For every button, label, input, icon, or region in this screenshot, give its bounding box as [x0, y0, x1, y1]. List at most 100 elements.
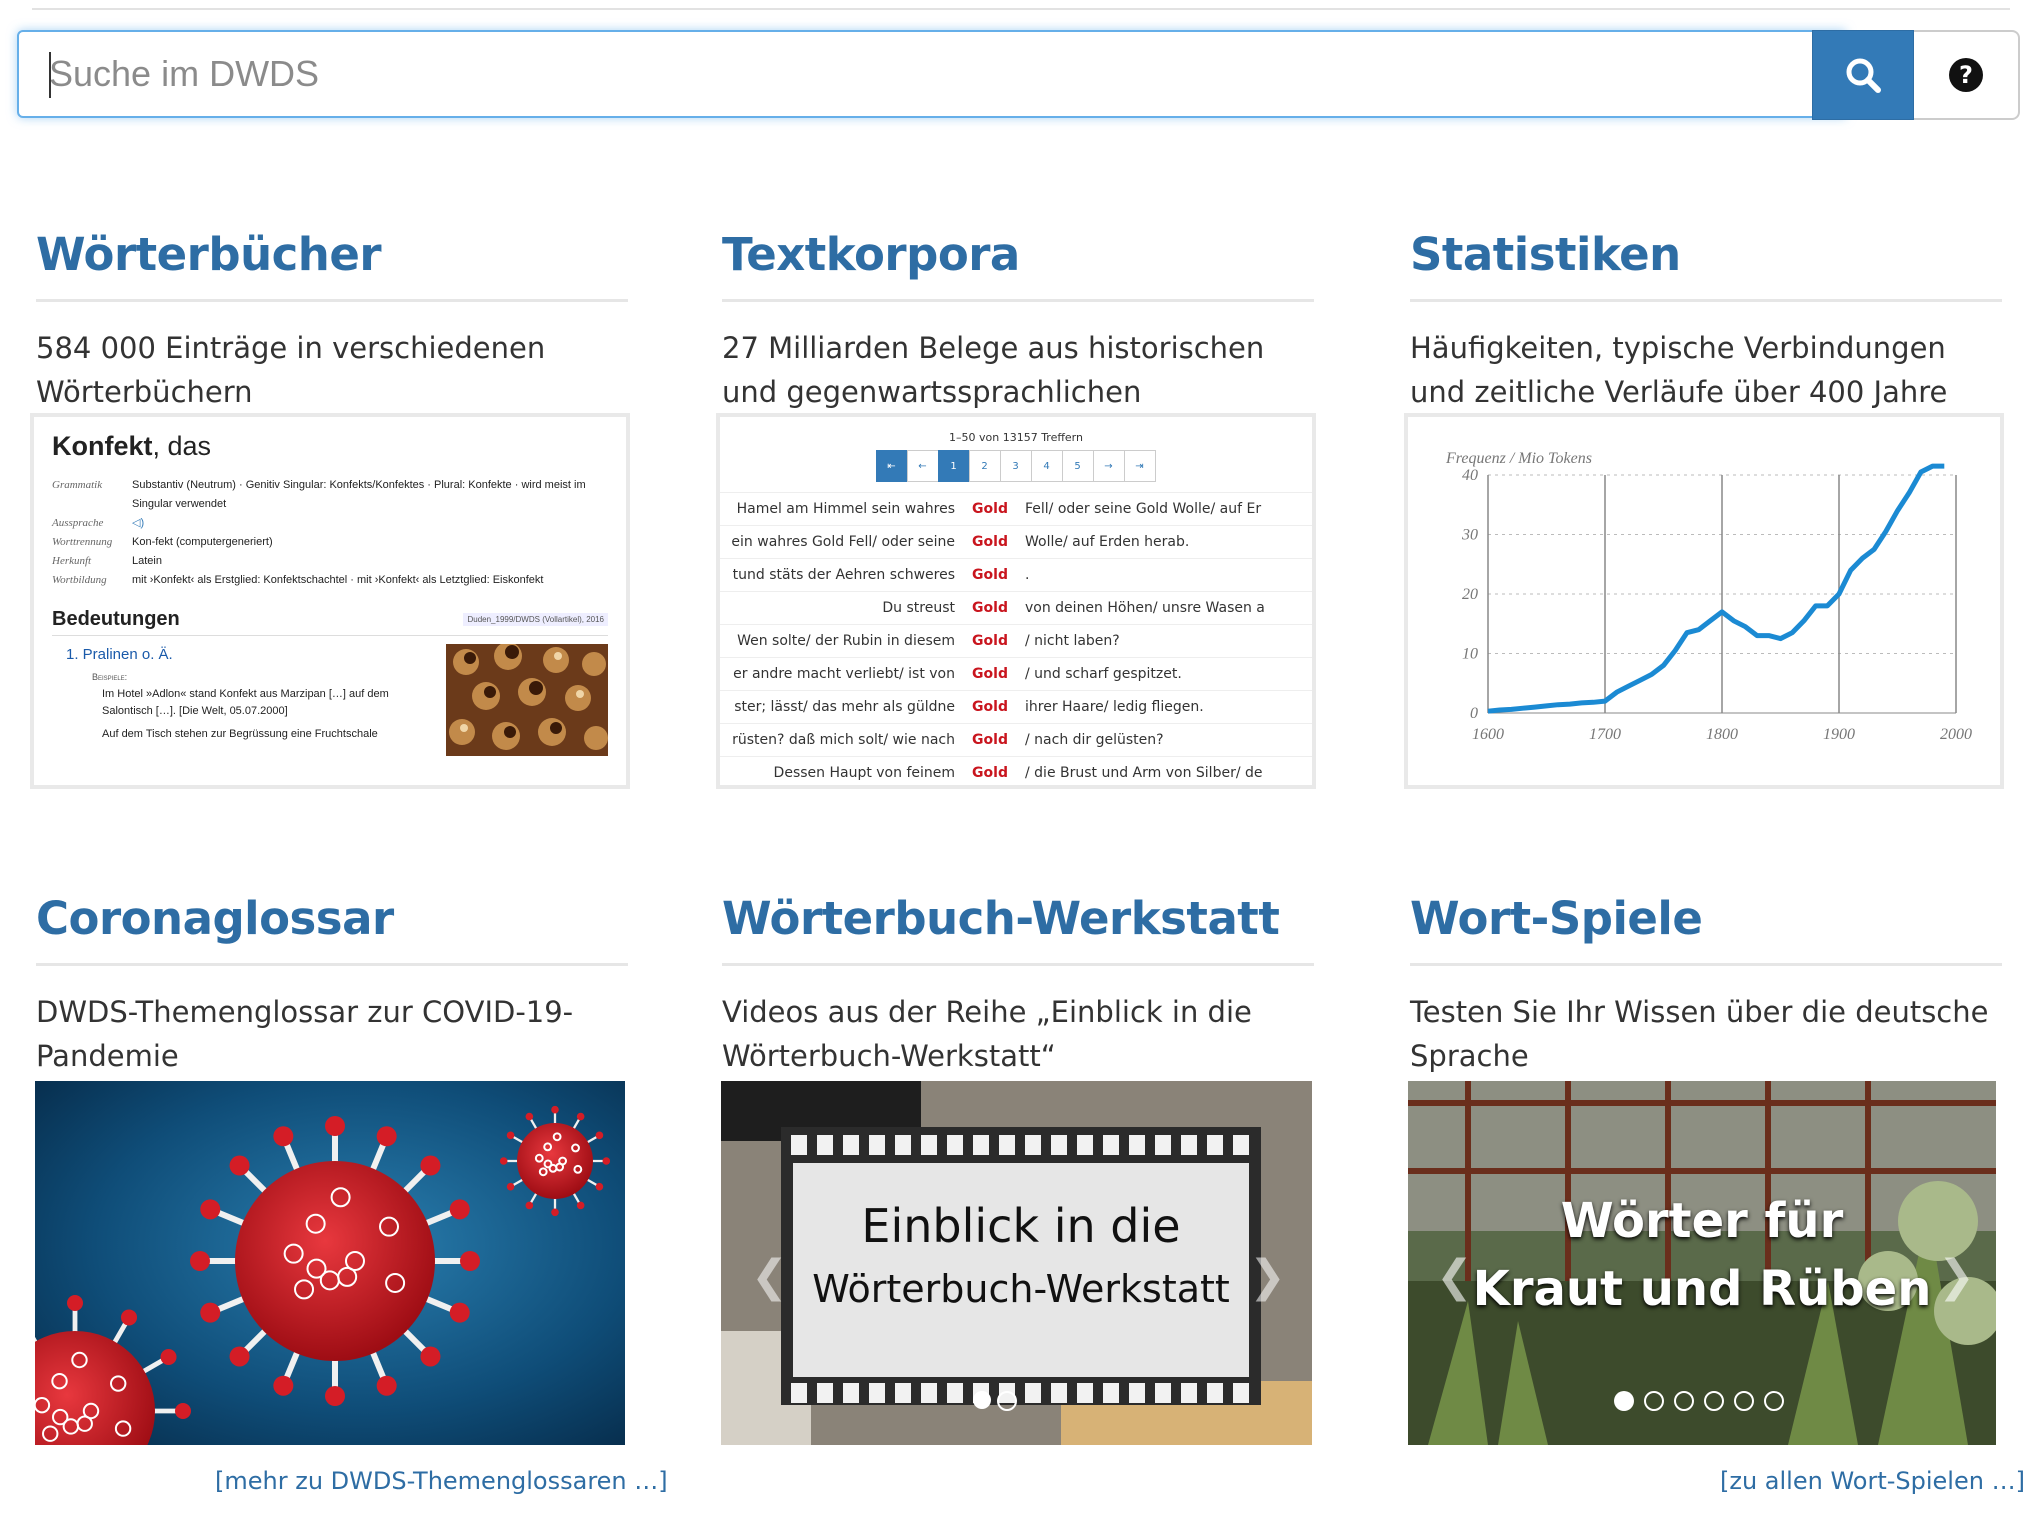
card-description: 584 000 Einträge in verschiedenen Wörter… — [36, 331, 546, 409]
kwic-row: ster; lässt/ das mehr als güldne Gold ihre… — [720, 690, 1312, 723]
virus-spike-tip — [576, 1201, 585, 1210]
y-tick-label: 0 — [1470, 705, 1478, 722]
film-hole — [1233, 1383, 1249, 1403]
x-tick-label: 1600 — [1472, 726, 1504, 743]
virus-spike-tip — [376, 1126, 397, 1147]
corpus-preview[interactable]: 1–50 von 13157 Treffern ⇤ ← 1 2 3 4 5 → ⇥ Hamel … — [716, 413, 1316, 789]
page-button[interactable]: → — [1092, 450, 1125, 482]
virus-spike-tip — [499, 1157, 508, 1165]
card-woerterbuch-werkstatt: Wörterbuch-Werkstatt Videos aus der Reih… — [722, 889, 1314, 1078]
y-axis-label: Frequenz / Mio Tokens — [1445, 450, 1592, 467]
film-hole — [1025, 1383, 1041, 1403]
film-hole — [999, 1135, 1015, 1155]
kwic-row: Hamel am Himmel sein wahres Gold Fell/ ode… — [720, 492, 1312, 525]
virus-spike-tip — [576, 1112, 585, 1121]
indicator-dot-active[interactable] — [1614, 1391, 1634, 1411]
page-button[interactable]: ⇤ — [875, 450, 908, 482]
film-hole — [1181, 1383, 1197, 1403]
card-title[interactable]: Wörterbuch-Werkstatt — [722, 889, 1314, 966]
left-context: rüsten? daß mich solt/ wie nach — [732, 732, 955, 748]
game-carousel[interactable]: Wörter für Kraut und Rüben ❮ ❯ — [1408, 1081, 1996, 1445]
right-context: / nach dir gelüsten? — [1025, 732, 1164, 748]
card-wort-spiele: Wort-Spiele Testen Sie Ihr Wissen über d… — [1410, 889, 2002, 1078]
virus-spike-tip — [273, 1375, 294, 1396]
all-games-link[interactable]: [zu allen Wort-Spielen …] — [1720, 1467, 2025, 1495]
help-button[interactable]: ? — [1914, 30, 2020, 120]
more-glossaries-link[interactable]: [mehr zu DWDS-Themenglossaren …] — [215, 1467, 668, 1495]
video-carousel[interactable]: Einblick in die Wörterbuch-Werkstatt ❮ ❯ — [721, 1081, 1312, 1445]
card-description: DWDS-Themenglossar zur COVID-19-Pandemie — [36, 995, 574, 1073]
indicator-dot[interactable] — [1764, 1391, 1784, 1411]
indicator-dot-active[interactable] — [973, 1391, 991, 1409]
chocolates-image — [446, 644, 608, 756]
indicator-dot[interactable] — [1704, 1391, 1724, 1411]
examples-label: Beispiele: — [92, 672, 128, 682]
right-context: / die Brust und Arm von Silber/ de — [1025, 765, 1263, 781]
carousel-prev-icon[interactable]: ❮ — [751, 1251, 788, 1302]
carousel-next-icon[interactable]: ❯ — [1249, 1251, 1286, 1302]
right-context: . — [1025, 567, 1030, 583]
page-button[interactable]: 2 — [968, 450, 1001, 482]
card-title[interactable]: Textkorpora — [722, 225, 1314, 302]
left-context: Dessen Haupt von feinem — [773, 765, 955, 781]
indicator-dot[interactable] — [1734, 1391, 1754, 1411]
card-description: Videos aus der Reihe „Einblick in die Wö… — [722, 995, 1252, 1073]
carousel-indicators — [1614, 1391, 1784, 1411]
x-tick-label: 2000 — [1940, 726, 1972, 743]
virus-spike-tip — [602, 1157, 611, 1165]
card-title[interactable]: Wörterbücher — [36, 225, 628, 302]
page-button[interactable]: 3 — [999, 450, 1032, 482]
card-statistiken: Statistiken Häufigkeiten, typische Verbi… — [1410, 225, 2002, 414]
page-button[interactable]: ← — [906, 450, 939, 482]
dict-row: Aussprache ◁) — [52, 517, 145, 529]
svg-text:?: ? — [1959, 61, 1973, 89]
film-hole — [1051, 1383, 1067, 1403]
film-hole — [1207, 1383, 1223, 1403]
coronavirus-image[interactable] — [35, 1081, 625, 1445]
y-tick-label: 20 — [1462, 586, 1478, 603]
card-title[interactable]: Statistiken — [1410, 225, 2002, 302]
example-text: Im Hotel »Adlon« stand Konfekt aus Marzi… — [102, 688, 389, 717]
carousel-next-icon[interactable]: ❯ — [1938, 1251, 1975, 1302]
virus-spike-tip — [175, 1403, 191, 1419]
card-title[interactable]: Coronaglossar — [36, 889, 628, 966]
statistics-preview[interactable]: Frequenz / Mio Tokens 0 10 20 30 40 1600 1700 18… — [1404, 413, 2004, 789]
indicator-dot[interactable] — [1644, 1391, 1664, 1411]
pagination: ⇤ ← 1 2 3 4 5 → ⇥ — [720, 450, 1312, 482]
game-title-line2: Kraut und Rüben — [1472, 1261, 1932, 1317]
carousel-indicators — [973, 1391, 1017, 1411]
film-hole — [1077, 1383, 1093, 1403]
page-button[interactable]: ⇥ — [1123, 450, 1156, 482]
page-button[interactable]: 4 — [1030, 450, 1063, 482]
film-hole — [895, 1383, 911, 1403]
dictionary-preview[interactable]: Konfekt, das Grammatik Substantiv (Neutru… — [30, 413, 630, 789]
left-context: ein wahres Gold Fell/ oder seine — [731, 534, 955, 550]
page-button[interactable]: 5 — [1061, 450, 1094, 482]
virus-spike-tip — [506, 1131, 515, 1140]
card-title[interactable]: Wort-Spiele — [1410, 889, 2002, 966]
virus-spike-tip — [200, 1302, 221, 1323]
series-line — [1487, 463, 1945, 714]
left-context: ster; lässt/ das mehr als güldne — [734, 699, 955, 715]
top-divider — [32, 8, 2010, 10]
kwic-row: Dessen Haupt von feinem Gold / die Brust u… — [720, 756, 1312, 785]
dict-row: Herkunft Latein — [52, 555, 162, 567]
kwic-row: rüsten? daß mich solt/ wie nach Gold / nac… — [720, 723, 1312, 756]
indicator-dot[interactable] — [997, 1391, 1017, 1411]
search-button[interactable] — [1812, 30, 1914, 120]
page-button[interactable]: 1 — [937, 450, 970, 482]
film-hole — [817, 1383, 833, 1403]
film-hole — [869, 1383, 885, 1403]
virus-spike-tip — [595, 1131, 604, 1140]
film-hole — [869, 1135, 885, 1155]
film-hole — [791, 1383, 807, 1403]
keyword-hit: Gold — [972, 633, 1008, 649]
virus-spike-tip — [160, 1349, 177, 1365]
film-hole — [895, 1135, 911, 1155]
indicator-dot[interactable] — [1674, 1391, 1694, 1411]
search-input[interactable] — [17, 30, 1846, 118]
film-hole — [1155, 1135, 1171, 1155]
kwic-row: er andre macht verliebt/ ist von Gold / un… — [720, 657, 1312, 690]
carousel-prev-icon[interactable]: ❮ — [1436, 1251, 1473, 1302]
right-context: Wolle/ auf Erden herab. — [1025, 534, 1190, 550]
